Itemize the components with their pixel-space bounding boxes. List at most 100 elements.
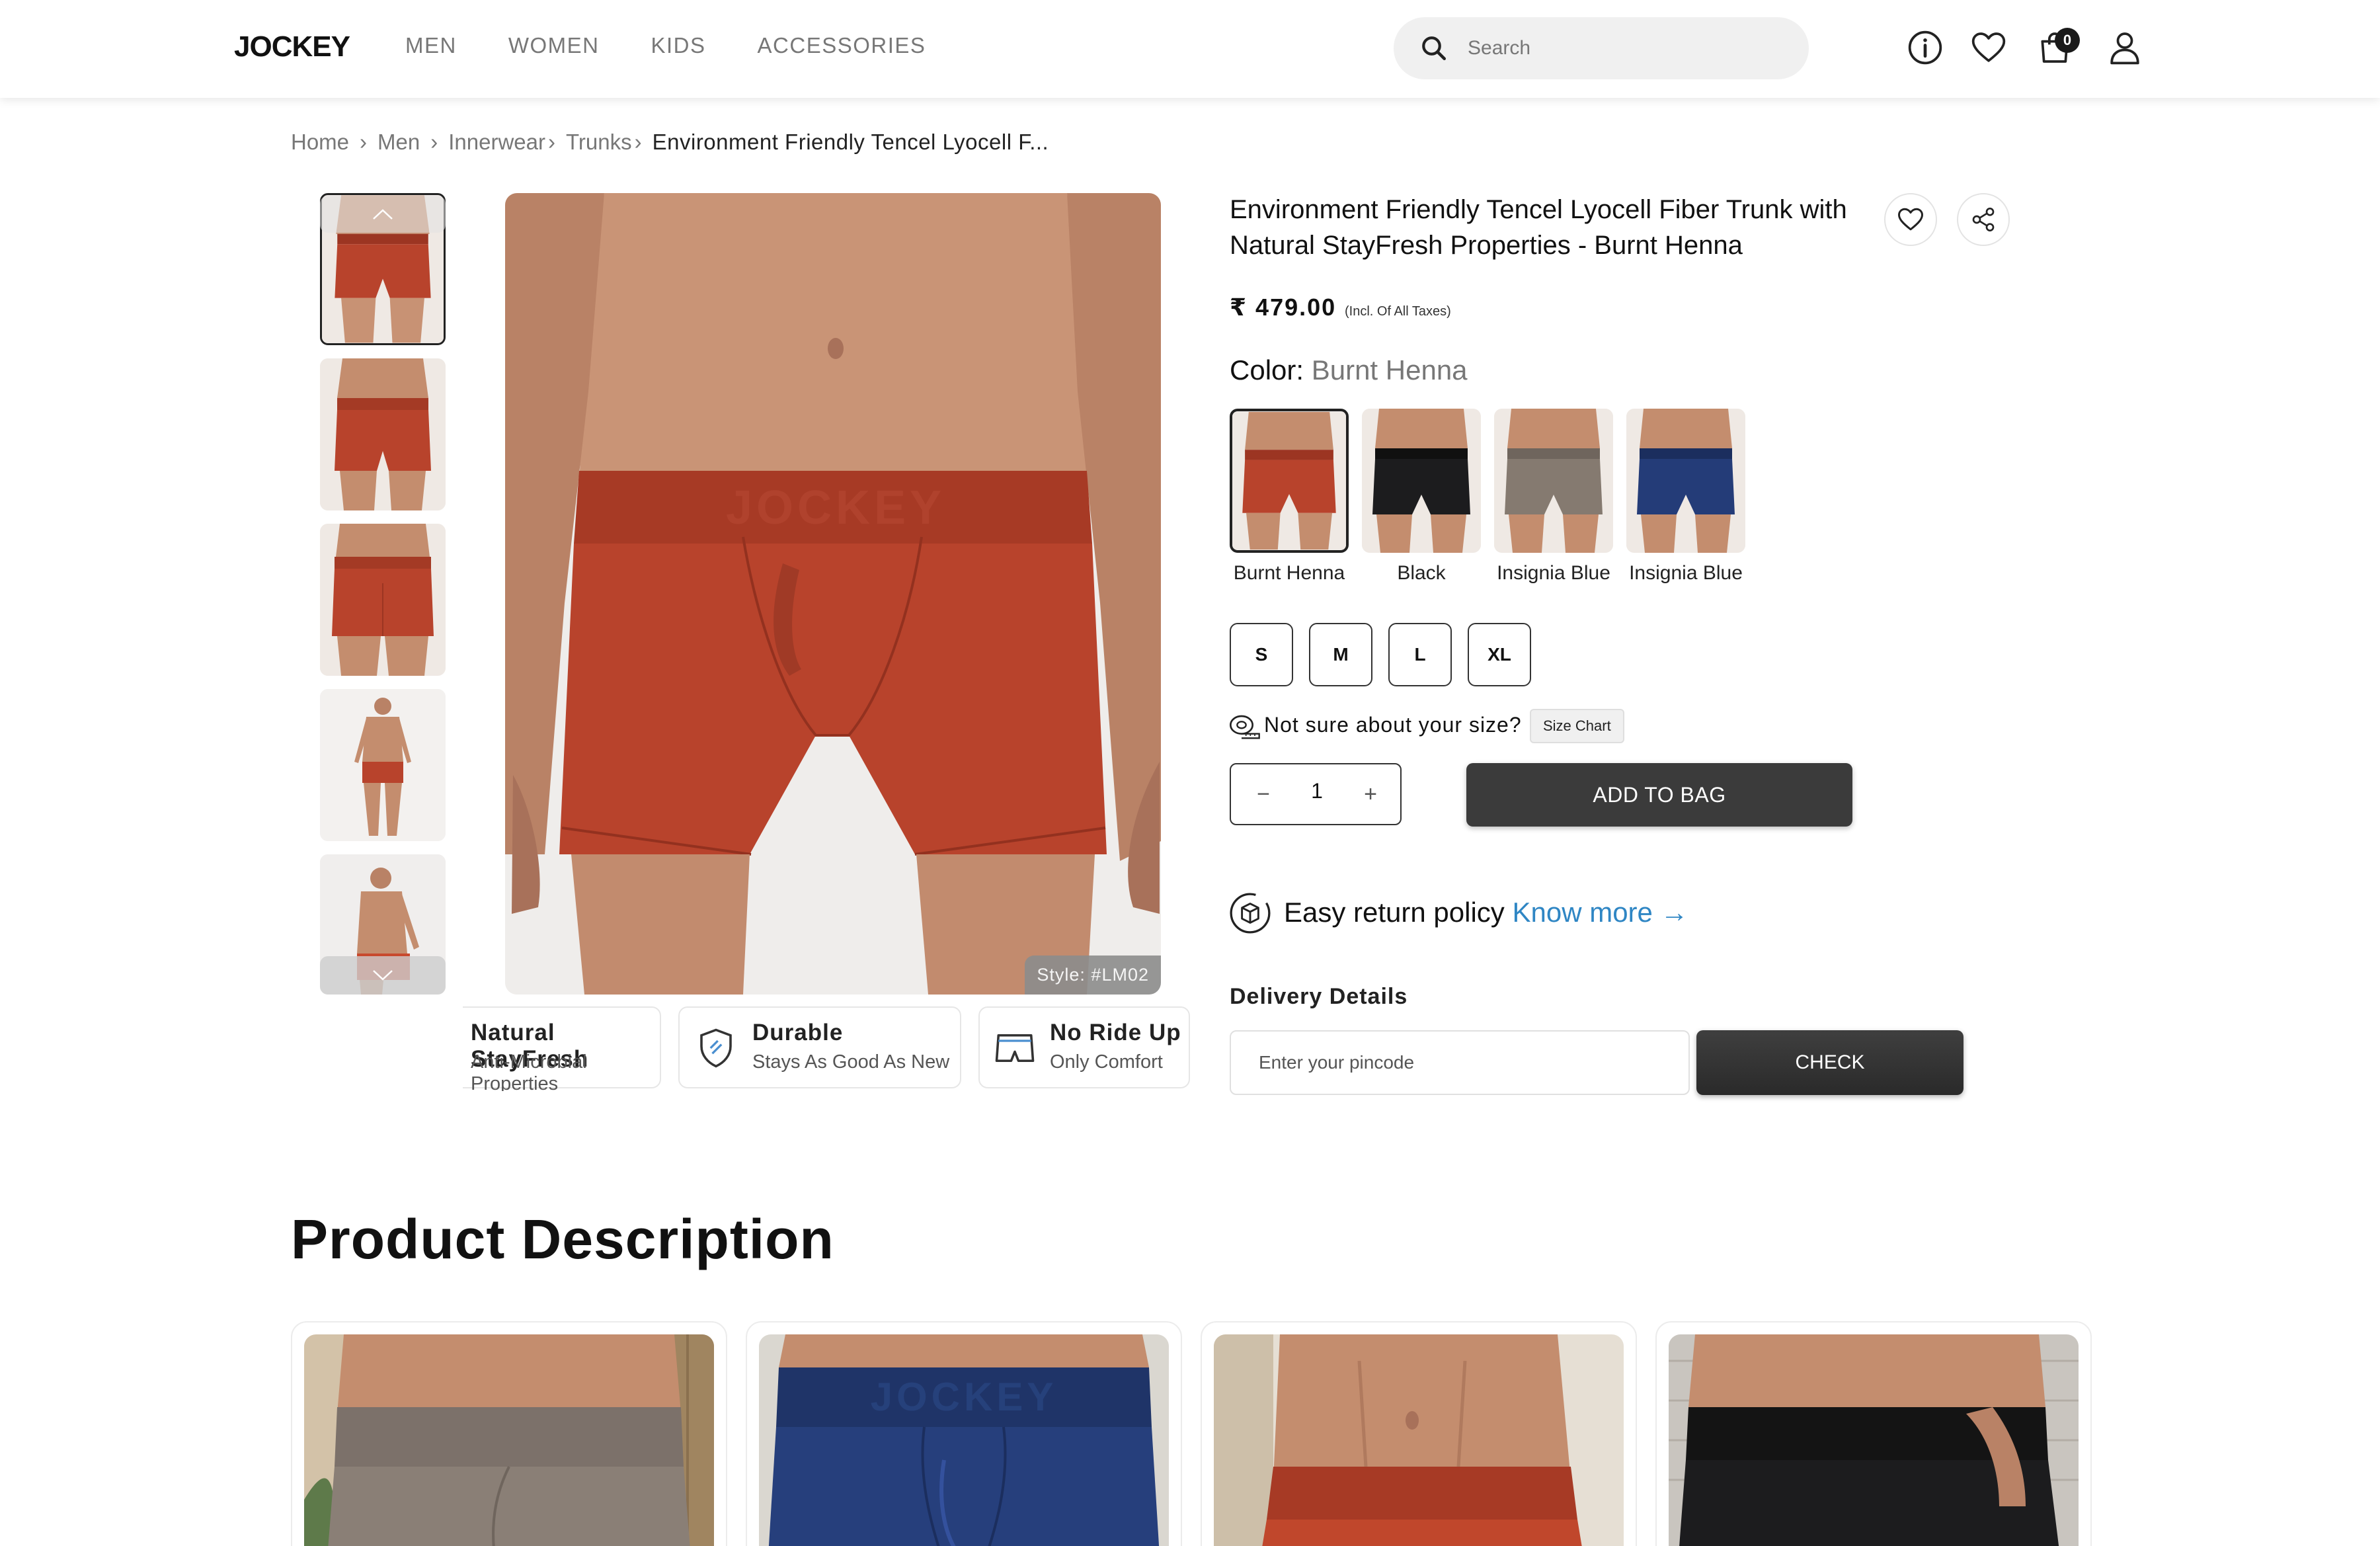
breadcrumb-men[interactable]: Men xyxy=(377,130,420,155)
product-description-heading: Product Description xyxy=(291,1208,834,1270)
breadcrumb-home[interactable]: Home xyxy=(291,130,349,155)
quantity-stepper: − 1 + xyxy=(1230,763,1402,825)
breadcrumb-innerwear[interactable]: Innerwear xyxy=(448,130,545,155)
style-code-badge: Style: #LM02 xyxy=(1025,956,1161,995)
breadcrumb-separator: › xyxy=(547,130,555,154)
nav-women[interactable]: WOMEN xyxy=(508,33,600,58)
description-photo xyxy=(1214,1334,1624,1546)
color-swatch-burnt-henna[interactable] xyxy=(1230,409,1349,553)
feature-carousel[interactable]: Natural StayFresh Anti-Microbial Propert… xyxy=(463,1005,1190,1091)
color-swatch-label: Burnt Henna xyxy=(1233,562,1345,584)
pincode-input[interactable] xyxy=(1230,1030,1690,1095)
size-button-xl[interactable]: XL xyxy=(1468,623,1531,686)
size-button-l[interactable]: L xyxy=(1388,623,1452,686)
nav-men[interactable]: MEN xyxy=(405,33,457,58)
swatch-image xyxy=(1626,409,1745,553)
size-button-s[interactable]: S xyxy=(1230,623,1293,686)
breadcrumb-current: Environment Friendly Tencel Lyocell F... xyxy=(652,130,1049,154)
check-pincode-button[interactable]: CHECK xyxy=(1696,1030,1964,1095)
feature-subtitle: Stays As Good As New xyxy=(752,1051,950,1073)
measuring-tape-icon xyxy=(1230,715,1260,739)
heart-icon xyxy=(1898,208,1923,231)
feature-title: Durable xyxy=(752,1020,844,1045)
nav-accessories[interactable]: ACCESSORIES xyxy=(758,33,926,58)
description-photo: JOCKEY xyxy=(759,1334,1169,1546)
shield-icon xyxy=(700,1028,732,1068)
share-button[interactable] xyxy=(1957,193,2010,246)
description-photo xyxy=(304,1334,714,1546)
description-card xyxy=(291,1321,727,1546)
thumbnail-scroll-up[interactable] xyxy=(320,196,446,233)
svg-text:JOCKEY: JOCKEY xyxy=(871,1375,1058,1419)
description-image xyxy=(1669,1334,2079,1546)
color-swatch-insignia-blue[interactable] xyxy=(1626,409,1745,553)
thumbnail-scroll-down[interactable] xyxy=(320,956,446,995)
product-thumbnail[interactable] xyxy=(320,689,446,841)
search-input[interactable] xyxy=(1468,30,1785,66)
color-swatch-label: Insignia Blue xyxy=(1497,562,1610,584)
swatch-image xyxy=(1362,409,1481,553)
color-swatch-black[interactable] xyxy=(1362,409,1481,553)
add-to-wishlist-button[interactable] xyxy=(1884,193,1937,246)
feature-card-durable: Durable Stays As Good As New xyxy=(678,1006,961,1088)
product-title: Environment Friendly Tencel Lyocell Fibe… xyxy=(1230,195,1847,260)
breadcrumb-separator: › xyxy=(360,130,368,154)
main-product-image[interactable]: JOCKEY Style: #LM02 xyxy=(505,193,1161,995)
user-account-icon[interactable] xyxy=(2106,29,2143,66)
selected-color-name: Burnt Henna xyxy=(1311,354,1468,386)
description-card xyxy=(1201,1321,1637,1546)
return-box-icon xyxy=(1230,893,1271,934)
size-help-text: Not sure about your size? xyxy=(1264,713,1522,737)
feature-subtitle: Only Comfort xyxy=(1050,1051,1163,1073)
product-thumbnail[interactable] xyxy=(320,358,446,510)
search-bar xyxy=(1394,17,1809,79)
size-chart-button[interactable]: Size Chart xyxy=(1530,709,1624,743)
breadcrumb-separator: › xyxy=(430,130,438,154)
chevron-up-icon xyxy=(373,209,393,220)
product-photo: JOCKEY xyxy=(505,193,1161,995)
feature-title: No Ride Up xyxy=(1050,1020,1181,1045)
add-to-bag-button[interactable]: ADD TO BAG xyxy=(1466,763,1852,827)
description-card xyxy=(1655,1321,2092,1546)
breadcrumb: Home › Men › Innerwear › Trunks › Enviro… xyxy=(291,130,1049,155)
product-thumbnail[interactable] xyxy=(320,524,446,676)
thumbnail-image xyxy=(320,524,446,676)
price-tax-note: (Incl. Of All Taxes) xyxy=(1345,304,1451,319)
description-image xyxy=(304,1334,714,1546)
wishlist-heart-icon[interactable] xyxy=(1970,29,2007,66)
breadcrumb-trunks[interactable]: Trunks xyxy=(566,130,632,155)
swatch-image xyxy=(1494,409,1613,553)
jockey-logo[interactable]: JOCKEY xyxy=(234,30,350,63)
color-label-text: Color: xyxy=(1230,354,1304,386)
thumbnail-image xyxy=(320,689,446,841)
color-swatch-label: Black xyxy=(1397,562,1446,584)
nav-kids[interactable]: KIDS xyxy=(651,33,706,58)
description-image: JOCKEY xyxy=(759,1334,1169,1546)
search-icon[interactable] xyxy=(1420,34,1448,62)
quantity-decrease-button[interactable]: − xyxy=(1247,778,1280,811)
feature-card-stayfresh: Natural StayFresh Anti-Microbial Propert… xyxy=(463,1006,661,1091)
svg-text:JOCKEY: JOCKEY xyxy=(726,481,945,534)
description-photo xyxy=(1669,1334,2079,1546)
thumbnail-image xyxy=(320,358,446,510)
trunk-icon xyxy=(995,1034,1035,1063)
chevron-down-icon xyxy=(373,970,393,981)
return-policy: Easy return policy Know more → xyxy=(1284,897,1688,928)
feature-card-no-ride-up: No Ride Up Only Comfort xyxy=(978,1006,1190,1088)
product-price: ₹ 479.00 xyxy=(1230,294,1337,321)
color-swatch-label: Insignia Blue xyxy=(1629,562,1743,584)
size-button-m[interactable]: M xyxy=(1309,623,1372,686)
quantity-value: 1 xyxy=(1311,779,1323,803)
color-label: Color: Burnt Henna xyxy=(1230,354,1468,386)
share-icon xyxy=(1972,208,1995,231)
info-icon[interactable] xyxy=(1907,29,1944,66)
cart-count-badge: 0 xyxy=(2055,28,2080,53)
know-more-link[interactable]: Know more → xyxy=(1512,897,1688,928)
swatch-image xyxy=(1232,411,1346,550)
color-swatch-grey[interactable] xyxy=(1494,409,1613,553)
breadcrumb-separator: › xyxy=(634,130,642,154)
return-policy-text: Easy return policy xyxy=(1284,897,1505,928)
quantity-increase-button[interactable]: + xyxy=(1354,778,1387,811)
feature-subtitle: Anti-Microbial Properties xyxy=(471,1051,587,1091)
main-nav: MEN WOMEN KIDS ACCESSORIES xyxy=(405,33,926,58)
